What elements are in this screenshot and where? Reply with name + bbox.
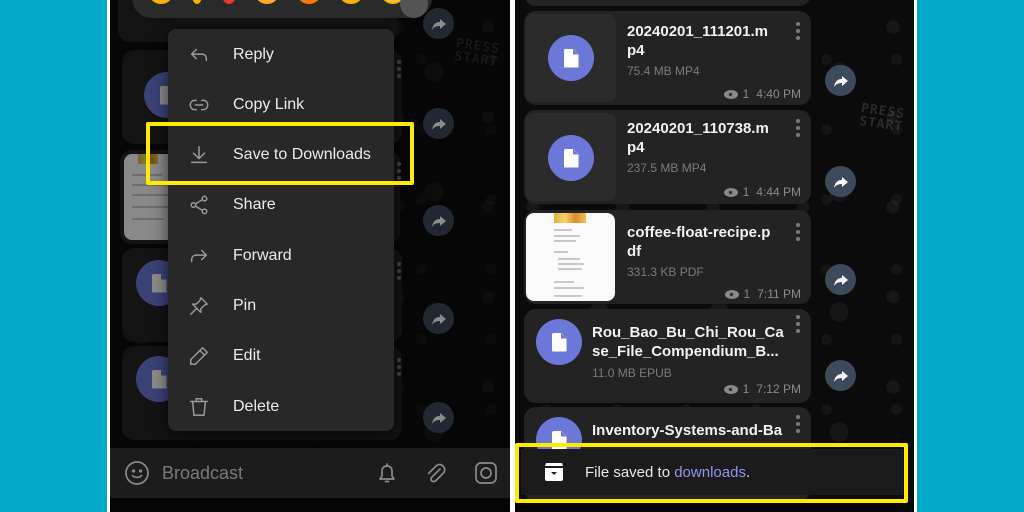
eye-icon xyxy=(723,187,738,197)
broadcast-input[interactable]: Broadcast xyxy=(162,463,243,484)
file-icon xyxy=(536,319,582,365)
message-meta: 1 7:12 PM xyxy=(723,382,801,396)
heart-emoji[interactable] xyxy=(222,0,236,4)
forward-icon xyxy=(188,245,210,267)
forward-message-button[interactable] xyxy=(825,166,856,197)
file-icon xyxy=(548,135,594,181)
menu-item-label: Reply xyxy=(233,46,274,63)
view-count: 1 xyxy=(742,185,750,199)
file-message[interactable]: coffee-float-recipe.pdf 331.3 KB PDF 1 7… xyxy=(524,210,811,304)
file-name[interactable]: Inventory-Systems-and-Ba xyxy=(592,421,787,440)
context-menu: Reply Copy Link Save to Downloads Share … xyxy=(168,29,394,431)
menu-item-label: Forward xyxy=(233,247,292,264)
menu-item-label: Pin xyxy=(233,297,257,314)
link-icon xyxy=(188,94,210,116)
view-count: 1 xyxy=(742,382,750,396)
trash-icon xyxy=(188,396,210,418)
menu-item-label: Delete xyxy=(233,398,280,415)
party-emoji[interactable] xyxy=(298,0,320,4)
highlight-box xyxy=(146,122,414,185)
menu-item-reply[interactable]: Reply xyxy=(168,30,394,80)
file-thumbnail xyxy=(526,113,616,201)
file-message[interactable]: 20240201_111201.mp4 75.4 MB MP4 1 4:40 P… xyxy=(524,11,811,105)
file-icon xyxy=(548,35,594,81)
message-time: 7:11 PM xyxy=(757,287,801,301)
file-size: 331.3 KB PDF xyxy=(627,265,704,279)
right-phone-screen: PRESS START 20240201_111201.mp4 75.4 MB M… xyxy=(515,0,914,512)
more-options-icon[interactable] xyxy=(796,415,800,433)
thumbs-up-emoji[interactable] xyxy=(150,0,172,4)
file-message[interactable]: 20240201_110738.mp4 237.5 MB MP4 1 4:44 … xyxy=(524,110,811,204)
view-count: 1 xyxy=(742,87,750,101)
message-meta: 1 7:11 PM xyxy=(724,287,801,301)
wallpaper-doodle: PRESS START xyxy=(858,101,906,135)
file-name[interactable]: Rou_Bao_Bu_Chi_Rou_Case_File_Compendium_… xyxy=(592,323,787,361)
highlight-box xyxy=(515,443,908,503)
share-icon xyxy=(188,194,210,216)
message-time: 7:12 PM xyxy=(756,382,801,396)
menu-item-forward[interactable]: Forward xyxy=(168,231,394,281)
file-message[interactable]: Rou_Bao_Bu_Chi_Rou_Case_File_Compendium_… xyxy=(524,309,811,403)
file-name[interactable]: 20240201_110738.mp4 xyxy=(627,119,777,157)
menu-item-label: Copy Link xyxy=(233,96,305,113)
file-size: 237.5 MB MP4 xyxy=(627,161,707,175)
reaction-bar xyxy=(132,0,432,18)
more-options-icon[interactable] xyxy=(796,22,800,40)
menu-item-delete[interactable]: Delete xyxy=(168,382,394,432)
bell-icon[interactable] xyxy=(374,460,400,491)
view-count: 1 xyxy=(743,287,751,301)
reply-icon xyxy=(188,44,210,66)
pdf-thumbnail xyxy=(526,213,615,301)
menu-item-share[interactable]: Share xyxy=(168,180,394,230)
pencil-icon xyxy=(188,345,210,367)
message-time: 4:44 PM xyxy=(756,185,801,199)
menu-item-edit[interactable]: Edit xyxy=(168,331,394,381)
file-name[interactable]: coffee-float-recipe.pdf xyxy=(627,223,777,261)
more-options-icon[interactable] xyxy=(796,315,800,333)
file-size: 11.0 MB EPUB xyxy=(592,366,672,380)
menu-item-label: Edit xyxy=(233,347,261,364)
message-time: 4:40 PM xyxy=(756,87,801,101)
file-name[interactable]: 20240201_111201.mp4 xyxy=(627,22,777,60)
thumbs-down-emoji[interactable] xyxy=(340,0,362,4)
menu-item-label: Share xyxy=(233,196,276,213)
navigation-bar xyxy=(515,503,914,512)
message-bubble[interactable] xyxy=(524,0,811,6)
forward-message-button[interactable] xyxy=(825,360,856,391)
eye-icon xyxy=(723,89,738,99)
file-thumbnail xyxy=(526,14,616,102)
emoji[interactable] xyxy=(192,0,202,4)
emoji-icon[interactable] xyxy=(124,460,150,486)
navigation-bar xyxy=(110,498,510,512)
pin-icon xyxy=(188,295,210,317)
message-meta: 1 4:40 PM xyxy=(723,87,801,101)
fire-emoji[interactable] xyxy=(256,0,278,4)
more-options-icon[interactable] xyxy=(796,223,800,241)
message-input-bar: Broadcast xyxy=(110,448,510,498)
more-options-icon[interactable] xyxy=(796,119,800,137)
attach-icon[interactable] xyxy=(422,460,448,491)
forward-message-button[interactable] xyxy=(825,65,856,96)
menu-item-pin[interactable]: Pin xyxy=(168,281,394,331)
camera-icon[interactable] xyxy=(473,460,499,491)
left-phone-screen: PRESS START Reply Copy Link Save to Down… xyxy=(110,0,510,512)
eye-icon xyxy=(723,384,738,394)
file-size: 75.4 MB MP4 xyxy=(627,64,700,78)
message-meta: 1 4:44 PM xyxy=(723,185,801,199)
forward-message-button[interactable] xyxy=(825,264,856,295)
eye-icon xyxy=(724,289,739,299)
